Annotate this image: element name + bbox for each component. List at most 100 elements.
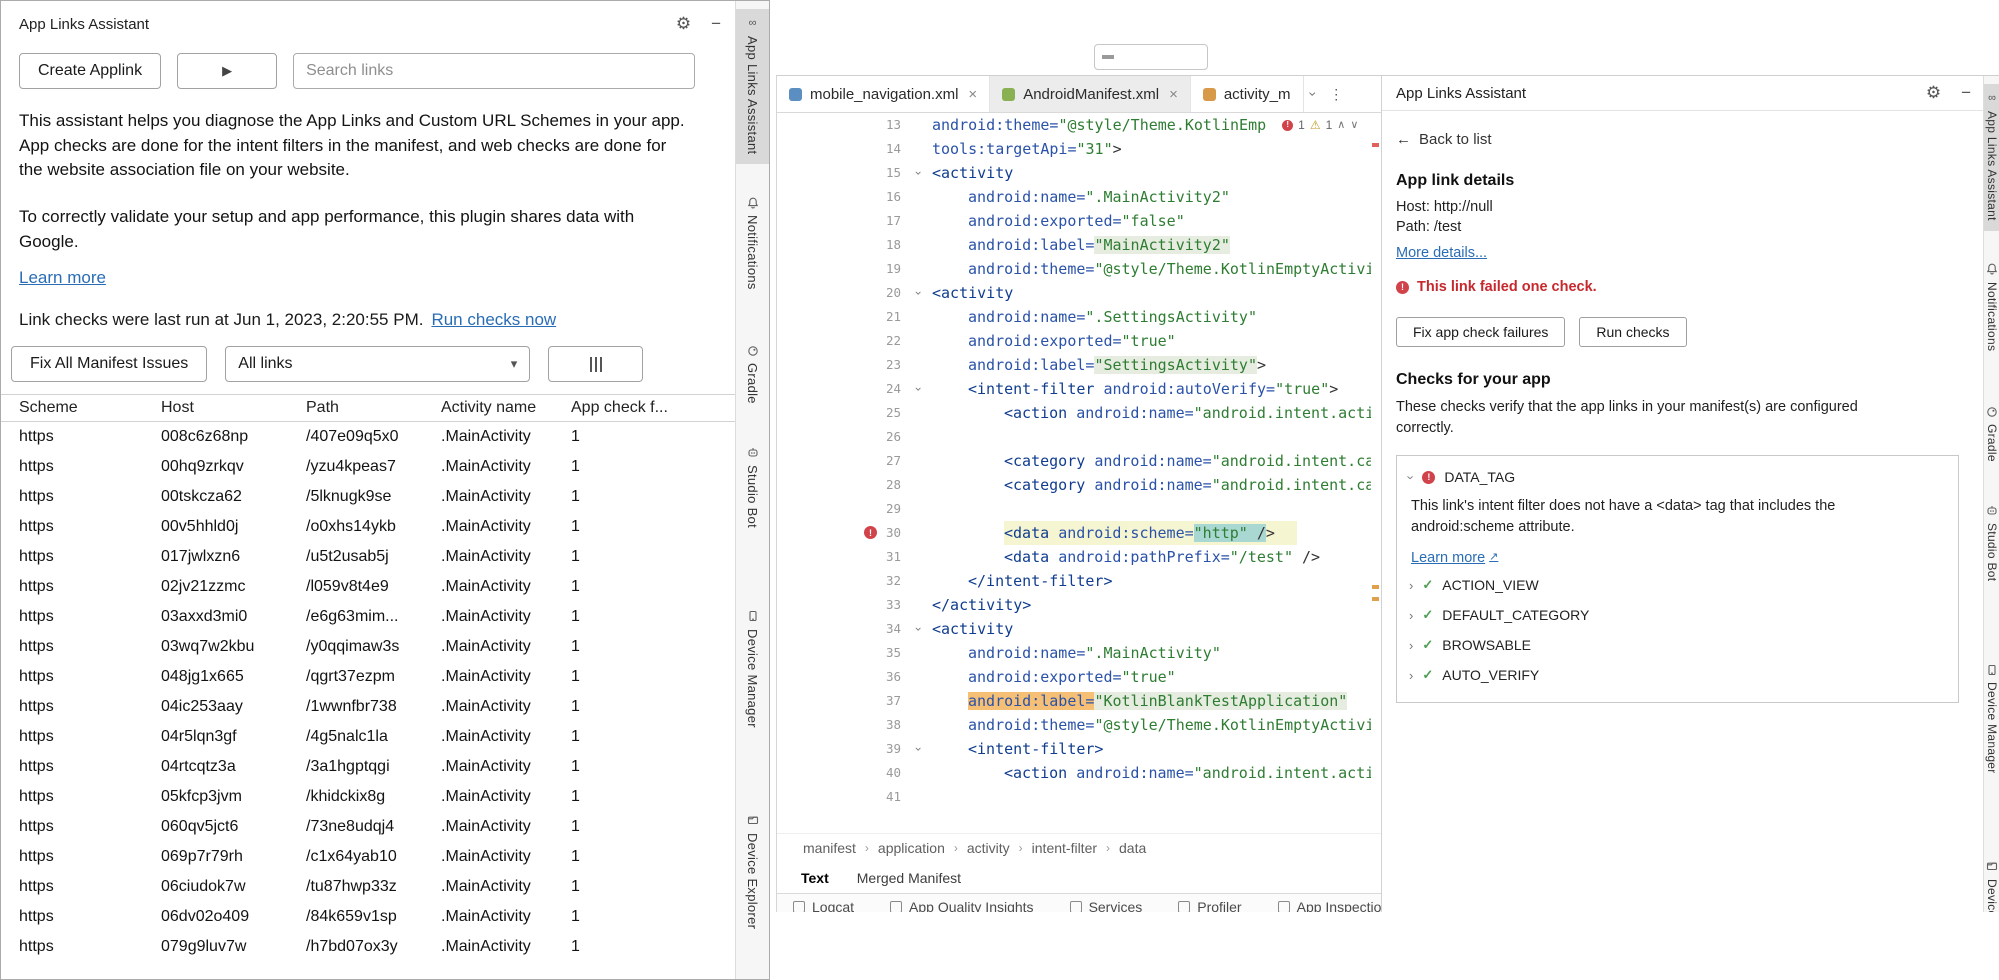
code-line-35[interactable]: 35android:name=".MainActivity" [777, 641, 1371, 665]
check-learn-more-link[interactable]: Learn more↗ [1411, 550, 1498, 566]
warning-stripe-mark[interactable] [1372, 585, 1379, 589]
tab-text[interactable]: Text [801, 870, 829, 886]
tool-window-button-studio-bot[interactable]: Studio Bot [736, 438, 769, 538]
code-line-20[interactable]: 20›<activity [777, 281, 1371, 305]
code-line-33[interactable]: 33</activity> [777, 593, 1371, 617]
tool-window-button-device-manager[interactable]: Device Manager [1984, 655, 1999, 784]
tool-window-button-gradle[interactable]: Gradle [736, 336, 769, 414]
tab-options-kebab-icon[interactable]: ⋮ [1322, 76, 1350, 112]
code-line-29[interactable]: 29 [777, 497, 1371, 521]
editor-tab-androidmanifest-xml[interactable]: AndroidManifest.xml× [990, 76, 1191, 112]
tool-window-button-device-explorer[interactable]: Device Explorer [1984, 852, 1999, 912]
table-row[interactable]: https04ic253aay/1wwnfbr738.MainActivity1 [1, 692, 735, 722]
bottom-tool-services[interactable]: Services [1070, 894, 1143, 912]
tool-window-button-gradle[interactable]: Gradle [1984, 397, 1999, 472]
fold-icon[interactable]: › [911, 161, 927, 185]
code-line-26[interactable]: 26 [777, 425, 1371, 449]
code-line-34[interactable]: 34›<activity [777, 617, 1371, 641]
warning-stripe-mark[interactable] [1372, 597, 1379, 601]
code-line-22[interactable]: 22android:exported="true" [777, 329, 1371, 353]
next-error-icon[interactable]: ∨ [1350, 113, 1358, 137]
run-play-button[interactable]: ▶ [177, 53, 277, 89]
code-line-39[interactable]: 39›<intent-filter> [777, 737, 1371, 761]
check-row-default-category[interactable]: ›✓DEFAULT_CATEGORY [1397, 600, 1958, 630]
check-row-browsable[interactable]: ›✓BROWSABLE [1397, 630, 1958, 660]
search-links-input[interactable] [293, 53, 695, 89]
tab-merged-manifest[interactable]: Merged Manifest [857, 870, 961, 886]
column-options-button[interactable] [548, 346, 643, 382]
panel-minimize-icon[interactable]: − [1961, 83, 1971, 103]
table-row[interactable]: https03wq7w2kbu/y0qqimaw3s.MainActivity1 [1, 632, 735, 662]
breadcrumb-item-application[interactable]: application [878, 840, 945, 856]
code-line-15[interactable]: 15›<activity [777, 161, 1371, 185]
error-stripe-mark[interactable] [1372, 143, 1379, 147]
table-row[interactable]: https079g9luv7w/h7bd07ox3y.MainActivity1 [1, 932, 735, 962]
table-row[interactable]: https03axxd3mi0/e6g63mim....MainActivity… [1, 602, 735, 632]
panel-settings-gear-icon[interactable]: ⚙ [1926, 83, 1941, 103]
table-row[interactable]: https04rtcqtz3a/3a1hgptqgi.MainActivity1 [1, 752, 735, 782]
table-row[interactable]: https00v5hhld0j/o0xhs14ykb.MainActivity1 [1, 512, 735, 542]
close-tab-icon[interactable]: × [1169, 86, 1178, 103]
table-row[interactable]: https02jv21zzmc/l059v8t4e9.MainActivity1 [1, 572, 735, 602]
settings-gear-icon[interactable]: ⚙ [676, 14, 691, 34]
code-line-31[interactable]: 31<data android:pathPrefix="/test" /> [777, 545, 1371, 569]
breadcrumb-item-data[interactable]: data [1119, 840, 1146, 856]
table-row[interactable]: https008c6z68np/407e09q5x0.MainActivity1 [1, 422, 735, 452]
breadcrumb-item-activity[interactable]: activity [967, 840, 1010, 856]
code-line-27[interactable]: 27<category android:name="android.intent… [777, 449, 1371, 473]
code-line-14[interactable]: 14tools:targetApi="31"> [777, 137, 1371, 161]
bottom-tool-logcat[interactable]: Logcat [793, 894, 854, 912]
tool-window-button-app-links-assistant[interactable]: ∞App Links Assistant [1984, 84, 1999, 231]
bottom-tool-app-inspection[interactable]: App Inspection [1278, 894, 1381, 912]
table-row[interactable]: https06ciudok7w/tu87hwp33z.MainActivity1 [1, 872, 735, 902]
table-row[interactable]: https060qv5jct6/73ne8udqj4.MainActivity1 [1, 812, 735, 842]
table-row[interactable]: https06dv02o409/84k659v1sp.MainActivity1 [1, 902, 735, 932]
code-line-13[interactable]: 13android:theme="@style/Theme.KotlinEmp!… [777, 113, 1371, 137]
code-line-18[interactable]: 18android:label="MainActivity2" [777, 233, 1371, 257]
more-details-link[interactable]: More details... [1396, 245, 1487, 261]
prev-error-icon[interactable]: ∧ [1337, 113, 1345, 137]
code-line-17[interactable]: 17android:exported="false" [777, 209, 1371, 233]
check-row-auto-verify[interactable]: ›✓AUTO_VERIFY [1397, 660, 1958, 690]
back-to-list-link[interactable]: ← Back to list [1396, 131, 1983, 148]
fold-icon[interactable]: › [911, 737, 927, 761]
code-line-23[interactable]: 23android:label="SettingsActivity"> [777, 353, 1371, 377]
tool-window-button-notifications[interactable]: Notifications [1984, 255, 1999, 361]
fold-icon[interactable]: › [911, 281, 927, 305]
code-line-25[interactable]: 25<action android:name="android.intent.a… [777, 401, 1371, 425]
tool-window-button-device-explorer[interactable]: Device Explorer [736, 806, 769, 939]
table-row[interactable]: https00tskcza62/5lknugk9se.MainActivity1 [1, 482, 735, 512]
check-row-data-tag[interactable]: › ! DATA_TAG [1397, 462, 1958, 492]
code-line-24[interactable]: 24›<intent-filter android:autoVerify="tr… [777, 377, 1371, 401]
code-line-37[interactable]: 37android:label="KotlinBlankTestApplicat… [777, 689, 1371, 713]
run-checks-button[interactable]: Run checks [1579, 317, 1686, 347]
tool-window-button-studio-bot[interactable]: Studio Bot [1984, 496, 1999, 591]
column-header-host[interactable]: Host [161, 395, 306, 421]
fold-icon[interactable]: › [911, 617, 927, 641]
bottom-tool-app-quality-insights[interactable]: App Quality Insights [890, 894, 1034, 912]
bottom-tool-profiler[interactable]: Profiler [1178, 894, 1241, 912]
code-line-28[interactable]: 28<category android:name="android.intent… [777, 473, 1371, 497]
column-header-activity-name[interactable]: Activity name [441, 395, 571, 421]
code-line-36[interactable]: 36android:exported="true" [777, 665, 1371, 689]
column-header-app-check-f-[interactable]: App check f... [571, 395, 735, 421]
tool-window-button-device-manager[interactable]: Device Manager [736, 602, 769, 738]
code-line-32[interactable]: 32</intent-filter> [777, 569, 1371, 593]
code-area[interactable]: 13android:theme="@style/Theme.KotlinEmp!… [777, 113, 1381, 833]
fix-all-manifest-issues-button[interactable]: Fix All Manifest Issues [11, 346, 207, 382]
hidden-tabs-dropdown[interactable]: › [1304, 76, 1323, 112]
code-line-41[interactable]: 41 [777, 785, 1371, 809]
code-line-16[interactable]: 16android:name=".MainActivity2" [777, 185, 1371, 209]
code-line-30[interactable]: 30!<data android:scheme="http" /> [777, 521, 1371, 545]
column-header-scheme[interactable]: Scheme [19, 395, 161, 421]
table-row[interactable]: https04r5lqn3gf/4g5nalc1la.MainActivity1 [1, 722, 735, 752]
minimize-icon[interactable]: − [711, 14, 721, 34]
code-line-21[interactable]: 21android:name=".SettingsActivity" [777, 305, 1371, 329]
table-row[interactable]: https00hq9zrkqv/yzu4kpeas7.MainActivity1 [1, 452, 735, 482]
run-checks-now-link[interactable]: Run checks now [431, 310, 556, 329]
code-line-38[interactable]: 38android:theme="@style/Theme.KotlinEmpt… [777, 713, 1371, 737]
editor-tab-activity-m[interactable]: activity_m [1191, 76, 1304, 112]
learn-more-link[interactable]: Learn more [19, 268, 106, 288]
breadcrumb-item-manifest[interactable]: manifest [803, 840, 856, 856]
links-filter-dropdown[interactable]: All links ▾ [225, 346, 530, 382]
